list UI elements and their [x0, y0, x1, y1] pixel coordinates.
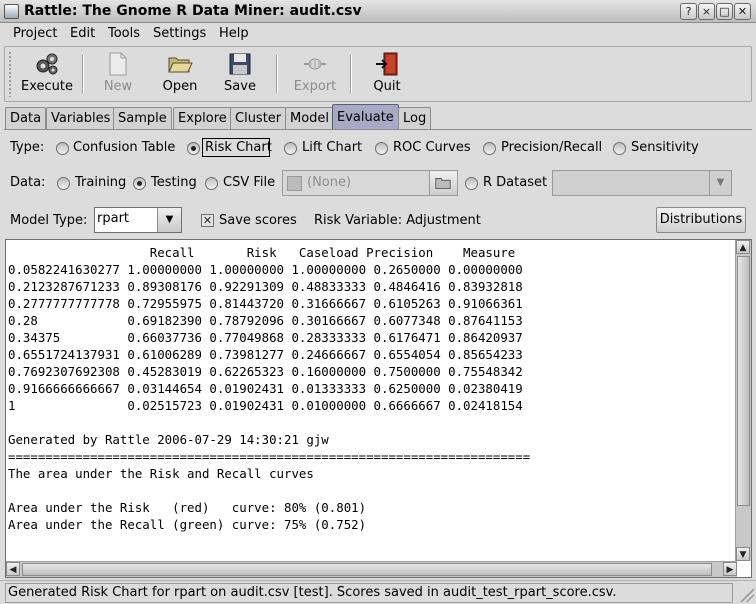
tab-cluster[interactable]: Cluster [230, 107, 287, 130]
output-text[interactable]: Recall Risk Caseload Precision Measure 0… [8, 244, 732, 562]
risk-chart-label[interactable]: Risk Chart [205, 140, 272, 155]
export-button[interactable]: Export [290, 51, 340, 97]
vertical-scrollbar[interactable]: ▲ ▼ [735, 240, 751, 561]
file-chooser-value: (None) [307, 175, 352, 190]
open-button[interactable]: Open [157, 51, 203, 97]
horizontal-scroll-thumb[interactable] [22, 563, 712, 576]
new-document-icon [109, 52, 127, 76]
tab-variables[interactable]: Variables [46, 107, 116, 130]
radio-training[interactable] [57, 177, 70, 190]
scroll-down-icon[interactable]: ▼ [736, 547, 750, 561]
tab-sample[interactable]: Sample [113, 107, 172, 130]
export-icon [304, 58, 326, 70]
close-window-button[interactable]: ✕ [734, 3, 751, 20]
window-title: Rattle: The Gnome R Data Miner: audit.cs… [24, 3, 362, 19]
lift-chart-label[interactable]: Lift Chart [302, 140, 362, 155]
radio-sensitivity[interactable] [613, 142, 626, 155]
toolbar-separator [276, 55, 278, 93]
open-folder-icon [168, 57, 193, 73]
menu-project[interactable]: Project [13, 26, 57, 41]
toolbar-separator [350, 55, 352, 93]
resize-grip-icon[interactable] [740, 588, 754, 602]
execute-button[interactable]: Execute [17, 51, 77, 97]
menu-edit[interactable]: Edit [70, 26, 95, 41]
open-label: Open [162, 79, 198, 94]
scroll-left-icon[interactable]: ◀ [6, 562, 20, 576]
output-text-view[interactable]: Recall Risk Caseload Precision Measure 0… [5, 239, 752, 578]
new-button[interactable]: New [95, 51, 141, 97]
radio-csv-file[interactable] [205, 177, 218, 190]
status-bar: Generated Risk Chart for rpart on audit.… [0, 580, 756, 604]
maximize-button[interactable]: □ [716, 3, 733, 20]
toolbar: Execute New Open Save Export Quit [4, 46, 752, 102]
save-floppy-icon [229, 53, 251, 75]
app-icon[interactable] [4, 4, 19, 19]
confusion-table-label[interactable]: Confusion Table [73, 140, 175, 155]
risk-variable-label: Risk Variable: Adjustment [314, 213, 481, 228]
radio-risk-chart[interactable] [187, 142, 200, 155]
vertical-scroll-thumb[interactable] [737, 256, 750, 506]
export-label: Export [293, 79, 337, 94]
model-type-combo[interactable]: rpart ▼ [94, 207, 182, 233]
radio-lift-chart[interactable] [284, 142, 297, 155]
scroll-right-icon[interactable]: ▶ [723, 562, 737, 576]
csv-file-label[interactable]: CSV File [223, 175, 275, 190]
save-button[interactable]: Save [217, 51, 263, 97]
type-label: Type: [10, 140, 45, 155]
menu-settings[interactable]: Settings [153, 26, 206, 41]
horizontal-scrollbar[interactable]: ◀ ▶ [6, 561, 737, 577]
minimize-button[interactable]: × [698, 3, 715, 20]
file-icon [287, 176, 302, 191]
quit-door-icon [376, 52, 398, 76]
sensitivity-label[interactable]: Sensitivity [631, 140, 699, 155]
tab-log[interactable]: Log [398, 107, 432, 130]
folder-browse-button[interactable] [429, 171, 457, 195]
menu-bar: Project Edit Tools Settings Help [0, 23, 756, 45]
model-type-label: Model Type: [10, 213, 88, 228]
tab-data[interactable]: Data [5, 107, 47, 130]
precision-recall-label[interactable]: Precision/Recall [501, 140, 602, 155]
radio-roc-curves[interactable] [375, 142, 388, 155]
chevron-down-icon[interactable]: ▼ [157, 208, 181, 232]
training-label[interactable]: Training [75, 175, 126, 190]
model-type-value[interactable]: rpart [97, 211, 157, 229]
tab-panel-border [4, 129, 752, 130]
roc-curves-label[interactable]: ROC Curves [393, 140, 471, 155]
tab-evaluate[interactable]: Evaluate [332, 104, 399, 130]
radio-precision-recall[interactable] [483, 142, 496, 155]
notebook-tabs: Data Variables Sample Explore Cluster Mo… [0, 104, 756, 130]
r-dataset-combo[interactable]: ▼ [552, 170, 732, 196]
execute-label: Execute [21, 79, 73, 94]
testing-label[interactable]: Testing [151, 175, 197, 190]
save-scores-label[interactable]: Save scores [219, 213, 297, 228]
help-window-button[interactable]: ? [680, 3, 697, 20]
radio-confusion-table[interactable] [56, 142, 69, 155]
r-dataset-label[interactable]: R Dataset [483, 175, 547, 190]
csv-file-chooser[interactable]: (None) [282, 170, 458, 196]
toolbar-grip[interactable] [8, 51, 12, 97]
menu-tools[interactable]: Tools [108, 26, 140, 41]
data-label: Data: [10, 175, 46, 190]
folder-icon [435, 178, 451, 189]
chevron-down-icon: ▼ [709, 171, 731, 195]
new-label: New [103, 79, 133, 94]
save-scores-checkbox[interactable]: ✕ [201, 214, 214, 227]
status-text: Generated Risk Chart for rpart on audit.… [5, 583, 733, 603]
radio-testing[interactable] [133, 177, 146, 190]
toolbar-separator [82, 55, 84, 93]
quit-button[interactable]: Quit [365, 51, 409, 97]
tab-model[interactable]: Model [285, 107, 335, 130]
save-label: Save [224, 79, 256, 94]
menu-help[interactable]: Help [219, 26, 249, 41]
radio-r-dataset[interactable] [465, 177, 478, 190]
scroll-up-icon[interactable]: ▲ [736, 240, 750, 254]
quit-label: Quit [373, 79, 401, 94]
distributions-button[interactable]: Distributions [656, 207, 746, 233]
execute-gears-icon [36, 53, 58, 75]
title-bar: Rattle: The Gnome R Data Miner: audit.cs… [0, 0, 756, 23]
tab-explore[interactable]: Explore [173, 107, 232, 130]
